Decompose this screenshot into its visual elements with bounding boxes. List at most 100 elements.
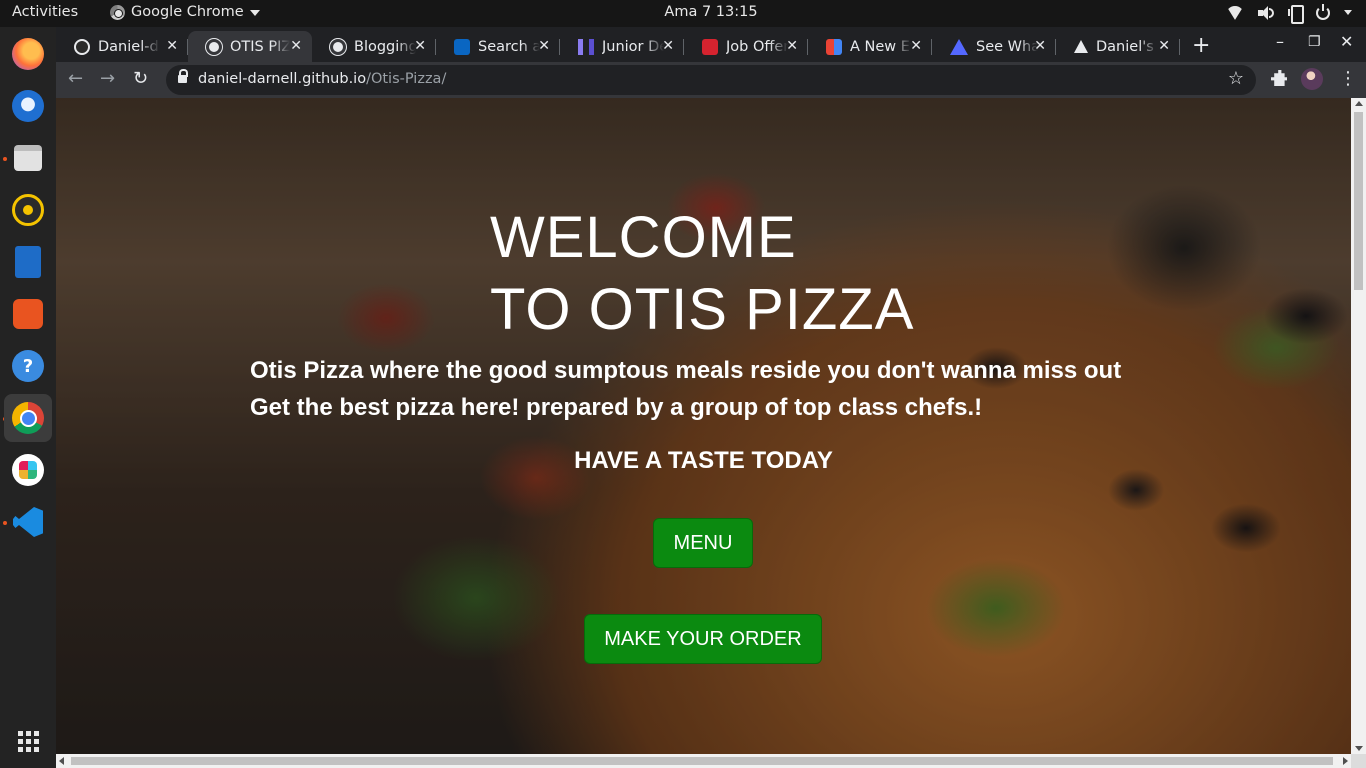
tab-label: OTIS PIZZA <box>230 38 290 55</box>
dock-files[interactable] <box>4 134 52 182</box>
thunderbird-icon <box>12 90 44 122</box>
menu-button[interactable]: MENU <box>653 518 753 568</box>
url-text[interactable]: daniel-darnell.github.io/Otis-Pizza/ <box>198 71 446 87</box>
new-tab-button[interactable]: + <box>1192 33 1210 58</box>
url-host: daniel-darnell.github.io <box>198 71 367 87</box>
scroll-right-arrow-icon[interactable] <box>1343 757 1348 765</box>
close-icon[interactable]: ✕ <box>290 38 302 54</box>
rhythmbox-icon <box>12 194 44 226</box>
scroll-down-arrow-icon[interactable] <box>1355 746 1363 751</box>
scroll-up-arrow-icon[interactable] <box>1355 101 1363 106</box>
tab-label: Job Offers <box>726 38 788 55</box>
back-button[interactable]: ← <box>68 68 83 89</box>
hero-title: WELCOME TO OTIS PIZZA <box>490 202 914 346</box>
dock-slack[interactable] <box>4 446 52 494</box>
writer-icon <box>15 246 41 278</box>
bookmark-star-icon[interactable]: ☆ <box>1228 68 1244 89</box>
taste-heading: HAVE A TASTE TODAY <box>574 447 833 474</box>
hero-tagline: Otis Pizza where the good sumptous meals… <box>250 352 1121 426</box>
profile-avatar[interactable] <box>1301 68 1323 90</box>
dock-thunderbird[interactable] <box>4 82 52 130</box>
dock-chrome[interactable] <box>4 394 52 442</box>
volume-icon <box>1258 5 1274 20</box>
files-icon <box>14 145 42 171</box>
tab-otis-pizza[interactable]: OTIS PIZZA ✕ <box>188 31 312 62</box>
hero-section: WELCOME TO OTIS PIZZA Otis Pizza where t… <box>56 98 1351 754</box>
tab-see-what[interactable]: See What ✕ <box>932 31 1056 62</box>
globe-icon <box>206 38 222 55</box>
tab-linkedin[interactable]: Search all ✕ <box>436 31 560 62</box>
app-grid-icon <box>17 730 39 752</box>
close-icon[interactable]: ✕ <box>662 38 674 54</box>
reload-button[interactable]: ↻ <box>133 68 148 89</box>
close-icon[interactable]: ✕ <box>1158 38 1170 54</box>
tab-junior-dev[interactable]: Junior Dev ✕ <box>560 31 684 62</box>
pizza-hero-background: WELCOME TO OTIS PIZZA Otis Pizza where t… <box>56 98 1351 754</box>
dock-rhythmbox[interactable] <box>4 186 52 234</box>
system-top-bar: Activities Google Chrome Ama 7 13:15 <box>0 0 1366 27</box>
tagline-line2: Get the best pizza here! prepared by a g… <box>250 394 983 421</box>
phone-connect-icon <box>1288 5 1304 24</box>
scroll-left-arrow-icon[interactable] <box>59 757 64 765</box>
show-applications-button[interactable] <box>4 717 52 765</box>
tab-github[interactable]: Daniel-darnell ✕ <box>56 31 188 62</box>
close-icon[interactable]: ✕ <box>910 38 922 54</box>
github-icon <box>74 38 90 55</box>
dock-writer[interactable] <box>4 238 52 286</box>
tagline-line1: Otis Pizza where the good sumptous meals… <box>250 357 1122 384</box>
system-menu[interactable] <box>1226 3 1352 24</box>
dock: ? <box>0 27 56 768</box>
tab-label: Blogging <box>354 38 416 55</box>
tab-label: Daniel's P <box>1096 38 1158 55</box>
help-icon: ? <box>12 350 44 382</box>
junior-dev-icon <box>578 38 594 55</box>
linkedin-icon <box>454 38 470 55</box>
window-close-button[interactable]: ✕ <box>1340 32 1353 51</box>
hero-title-line1: WELCOME <box>490 205 797 270</box>
tab-label: Junior Dev <box>602 38 664 55</box>
close-icon[interactable]: ✕ <box>786 38 798 54</box>
close-icon[interactable]: ✕ <box>414 38 426 54</box>
extensions-puzzle-icon[interactable] <box>1271 70 1287 86</box>
clock[interactable]: Ama 7 13:15 <box>0 4 1366 20</box>
globe-icon <box>330 38 346 55</box>
gmail-icon <box>826 38 842 55</box>
browser-toolbar: ← → ↻ daniel-darnell.github.io/Otis-Pizz… <box>56 62 1366 98</box>
close-icon[interactable]: ✕ <box>538 38 550 54</box>
dock-firefox[interactable] <box>4 30 52 78</box>
tab-label: A New Ev <box>850 38 912 55</box>
horizontal-scrollbar[interactable] <box>56 754 1351 768</box>
scrollbar-thumb[interactable] <box>71 757 1333 765</box>
vertical-scrollbar[interactable] <box>1351 98 1366 754</box>
forward-button[interactable]: → <box>100 68 115 89</box>
vscode-icon <box>13 507 43 537</box>
address-bar[interactable]: daniel-darnell.github.io/Otis-Pizza/ ☆ <box>166 65 1256 95</box>
dock-software[interactable] <box>4 290 52 338</box>
w-icon <box>702 38 718 55</box>
close-icon[interactable]: ✕ <box>166 38 178 54</box>
tab-strip: Daniel-darnell ✕ OTIS PIZZA ✕ Blogging ✕… <box>56 27 1366 62</box>
dock-vscode[interactable] <box>4 498 52 546</box>
more-menu-icon[interactable]: ⋮ <box>1339 68 1357 89</box>
firefox-icon <box>12 38 44 70</box>
scrollbar-thumb[interactable] <box>1354 112 1363 290</box>
minimize-button[interactable]: – <box>1276 32 1284 51</box>
a-icon <box>950 38 968 55</box>
url-path: /Otis-Pizza/ <box>366 71 447 87</box>
tab-job-offers[interactable]: Job Offers ✕ <box>684 31 808 62</box>
tab-blogging[interactable]: Blogging ✕ <box>312 31 436 62</box>
a-icon <box>1074 40 1088 53</box>
scrollbar-corner <box>1351 754 1366 768</box>
software-store-icon <box>13 299 43 329</box>
wifi-icon <box>1226 6 1244 20</box>
tab-daniels-portfolio[interactable]: Daniel's P ✕ <box>1056 31 1180 62</box>
tab-label: Daniel-darnell <box>98 38 160 55</box>
lock-icon[interactable] <box>178 69 188 84</box>
close-icon[interactable]: ✕ <box>1034 38 1046 54</box>
dock-help[interactable]: ? <box>4 342 52 390</box>
tab-gmail[interactable]: A New Ev ✕ <box>808 31 932 62</box>
tab-label: Search all <box>478 38 540 55</box>
restore-button[interactable]: ❐ <box>1308 34 1321 50</box>
power-icon <box>1316 3 1330 20</box>
make-order-button[interactable]: MAKE YOUR ORDER <box>584 614 822 664</box>
